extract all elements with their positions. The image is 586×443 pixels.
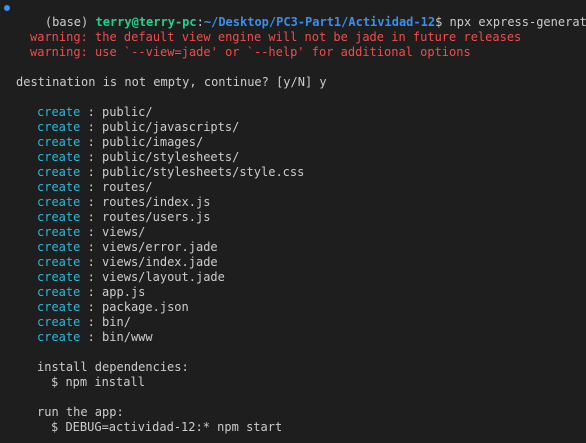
prompt-separator: :	[196, 15, 204, 29]
create-separator: :	[80, 315, 103, 329]
created-file-line: create : public/javascripts/	[16, 120, 586, 135]
create-separator: :	[80, 285, 103, 299]
created-file-line: create : public/stylesheets/	[16, 150, 586, 165]
install-command: $ npm install	[51, 375, 145, 389]
created-path: routes/index.js	[102, 195, 211, 209]
run-heading: run the app:	[37, 405, 124, 419]
created-file-line: create : app.js	[16, 285, 586, 300]
create-keyword: create	[37, 270, 81, 284]
create-keyword: create	[37, 210, 81, 224]
run-command: $ DEBUG=actividad-12:* npm start	[51, 420, 283, 434]
create-separator: :	[80, 150, 103, 164]
created-path: views/	[102, 225, 146, 239]
create-separator: :	[80, 105, 103, 119]
created-files-list: create : public/create : public/javascri…	[16, 105, 586, 345]
created-file-line: create : views/index.jade	[16, 255, 586, 270]
created-file-line: create : views/	[16, 225, 586, 240]
create-separator: :	[80, 210, 103, 224]
created-path: public/stylesheets/	[102, 150, 240, 164]
created-path: views/index.jade	[102, 255, 218, 269]
prompt-line: (base) terry@terry-pc:~/Desktop/PC3-Part…	[4, 0, 586, 29]
confirm-prompt: destination is not empty, continue? [y/N…	[16, 75, 327, 89]
create-keyword: create	[37, 165, 81, 179]
create-separator: :	[80, 330, 103, 344]
create-keyword: create	[37, 225, 81, 239]
terminal-window[interactable]: (base) terry@terry-pc:~/Desktop/PC3-Part…	[0, 0, 586, 443]
created-file-line: create : routes/index.js	[16, 195, 586, 210]
typed-command: npx express-generator@4	[449, 15, 586, 29]
created-file-line: create : bin/www	[16, 330, 586, 345]
conda-env: (base)	[44, 15, 96, 29]
created-file-line: create : public/images/	[16, 135, 586, 150]
created-file-line: create : views/error.jade	[16, 240, 586, 255]
warning-line: warning: use `--view=jade' or `--help' f…	[30, 45, 471, 59]
created-file-line: create : routes/users.js	[16, 210, 586, 225]
create-keyword: create	[37, 315, 81, 329]
created-file-line: create : routes/	[16, 180, 586, 195]
create-keyword: create	[37, 105, 81, 119]
created-path: views/layout.jade	[102, 270, 225, 284]
install-heading: install dependencies:	[37, 360, 189, 374]
create-separator: :	[80, 195, 103, 209]
create-keyword: create	[37, 180, 81, 194]
created-path: package.json	[102, 300, 189, 314]
created-path: bin/www	[102, 330, 153, 344]
created-path: public/	[102, 105, 153, 119]
created-path: routes/	[102, 180, 153, 194]
create-keyword: create	[37, 135, 81, 149]
created-path: app.js	[102, 285, 146, 299]
create-keyword: create	[37, 300, 81, 314]
created-file-line: create : public/stylesheets/style.css	[16, 165, 586, 180]
create-separator: :	[80, 240, 103, 254]
create-keyword: create	[37, 285, 81, 299]
created-path: bin/	[102, 315, 131, 329]
created-path: public/javascripts/	[102, 120, 240, 134]
created-path: views/error.jade	[102, 240, 218, 254]
create-separator: :	[80, 120, 103, 134]
create-separator: :	[80, 255, 103, 269]
create-separator: :	[80, 225, 103, 239]
warning-line: warning: the default view engine will no…	[30, 30, 522, 44]
created-file-line: create : public/	[16, 105, 586, 120]
create-separator: :	[80, 270, 103, 284]
create-separator: :	[80, 180, 103, 194]
created-path: public/images/	[102, 135, 204, 149]
create-keyword: create	[37, 240, 81, 254]
create-keyword: create	[37, 330, 81, 344]
prompt-symbol: $	[435, 15, 450, 29]
create-keyword: create	[37, 195, 81, 209]
created-file-line: create : package.json	[16, 300, 586, 315]
created-file-line: create : bin/	[16, 315, 586, 330]
create-separator: :	[80, 300, 103, 314]
created-path: public/stylesheets/style.css	[102, 165, 305, 179]
create-keyword: create	[37, 255, 81, 269]
prompt-status-dot-icon	[4, 5, 10, 11]
create-separator: :	[80, 165, 103, 179]
create-separator: :	[80, 135, 103, 149]
current-path: ~/Desktop/PC3-Part1/Actividad-12	[203, 15, 436, 29]
create-keyword: create	[37, 150, 81, 164]
created-path: routes/users.js	[102, 210, 211, 224]
create-keyword: create	[37, 120, 81, 134]
user-host: terry@terry-pc	[95, 15, 197, 29]
created-file-line: create : views/layout.jade	[16, 270, 586, 285]
